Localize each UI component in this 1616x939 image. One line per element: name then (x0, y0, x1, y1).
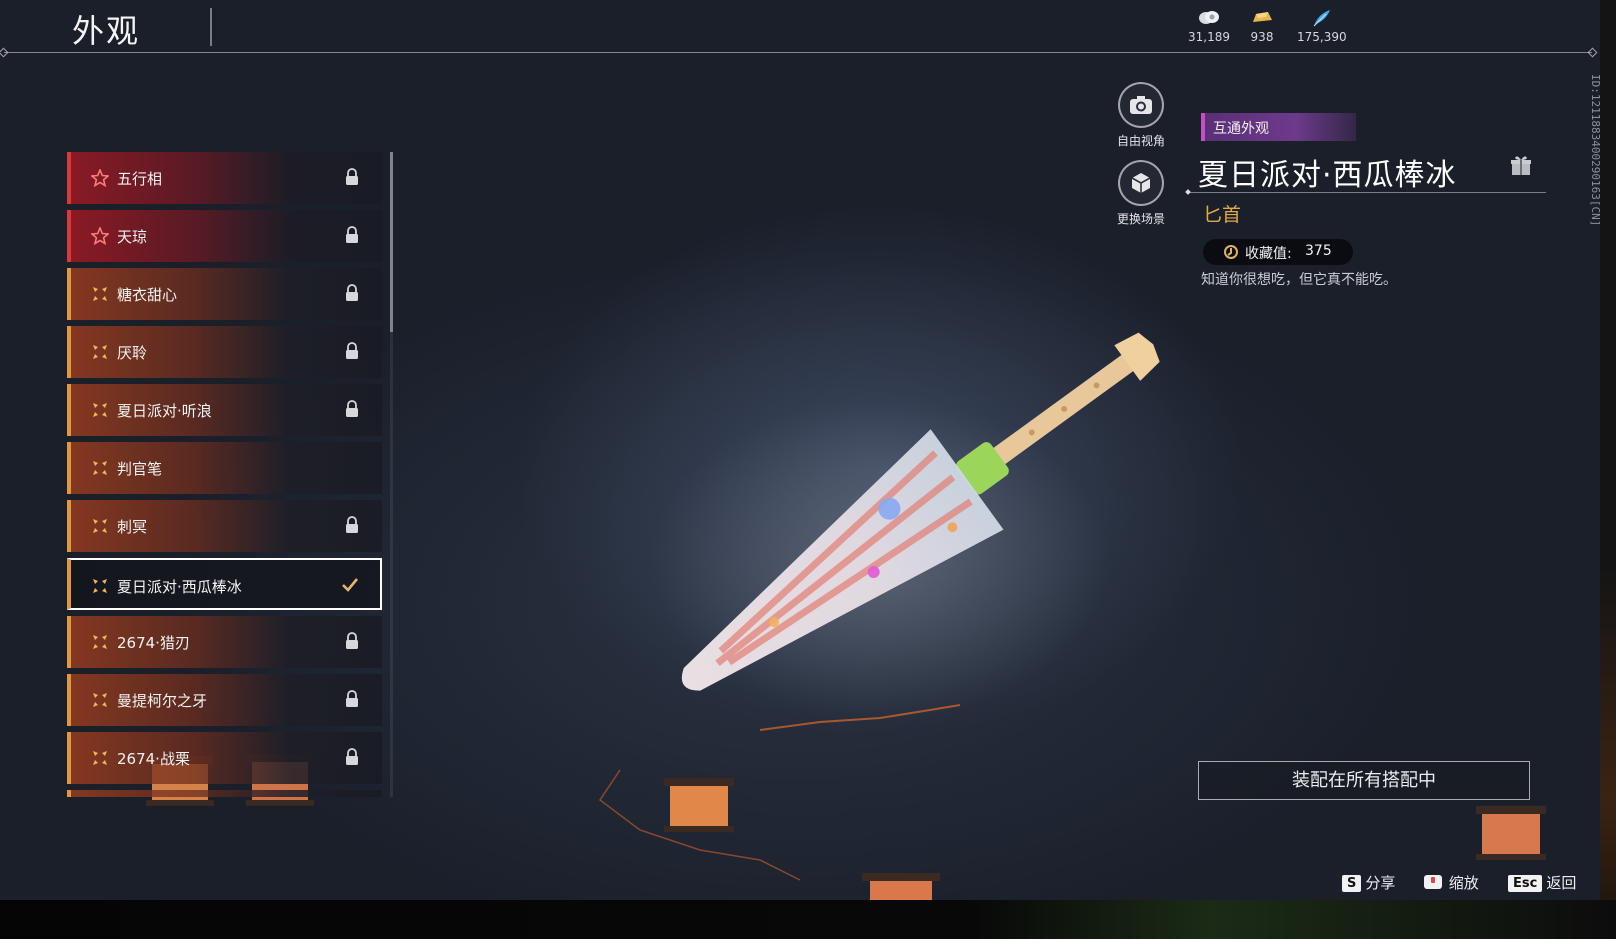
four-petal-icon (93, 635, 107, 649)
list-item-partial[interactable] (67, 790, 382, 797)
list-item[interactable]: 判官笔 (67, 442, 382, 494)
currency-silver[interactable]: 31,189 (1188, 8, 1230, 44)
crossover-tag: 互通外观 (1201, 113, 1356, 141)
list-item-label: 夏日派对·听浪 (117, 402, 212, 420)
four-petal-icon (93, 519, 107, 533)
share-key: S (1342, 875, 1362, 892)
top-bar: 外观 31,189 938 175,390 (0, 0, 1600, 52)
lock-icon (346, 632, 358, 649)
free-view-button[interactable]: 自由视角 (1108, 82, 1174, 149)
collection-value: 375 (1305, 243, 1332, 259)
four-petal-icon (93, 751, 107, 765)
lock-icon (346, 284, 358, 301)
appearance-list[interactable]: 五行相 天琼 糖衣甜心 厌聆 夏日派对·听浪 判官笔 刺冥 夏日派对·西瓜棒冰 … (67, 152, 385, 797)
list-item[interactable]: 2674·战栗 (67, 732, 382, 784)
list-item-label: 2674·战栗 (117, 750, 190, 768)
four-petal-icon (93, 403, 107, 417)
collection-value-badge: 收藏值: 375 (1203, 239, 1353, 265)
share-label: 分享 (1365, 874, 1396, 892)
gold-ingot-icon (1253, 12, 1272, 22)
list-item-label: 判官笔 (117, 460, 163, 478)
header-divider (4, 52, 1592, 53)
camera-icon (1130, 96, 1152, 114)
four-petal-icon (93, 693, 107, 707)
lantern-center (664, 778, 734, 832)
collection-label: 收藏值: (1245, 246, 1292, 262)
item-description: 知道你很想吃，但它真不能吃。 (1201, 272, 1397, 288)
list-item[interactable]: 厌聆 (67, 326, 382, 378)
list-item[interactable]: 糖衣甜心 (67, 268, 382, 320)
list-item[interactable]: 2674·猎刃 (67, 616, 382, 668)
gift-icon[interactable] (1510, 154, 1532, 176)
scene-background: 外观 31,189 938 175,390 五行相 天琼 糖衣甜心 厌聆 夏日派… (0, 0, 1600, 900)
currency-feather[interactable]: 175,390 (1297, 8, 1347, 44)
list-item-label: 糖衣甜心 (117, 286, 178, 304)
feather-amount: 175,390 (1297, 30, 1347, 44)
list-item-label: 刺冥 (117, 518, 148, 536)
silver-coin-icon (1199, 11, 1219, 24)
cube-icon (1131, 173, 1151, 193)
list-item-label: 2674·猎刃 (117, 634, 190, 652)
list-item-label: 厌聆 (117, 344, 148, 362)
lock-icon (346, 748, 358, 765)
lock-icon (346, 226, 358, 243)
change-scene-button[interactable]: 更换场景 (1108, 160, 1174, 227)
silver-amount: 31,189 (1188, 30, 1230, 44)
item-name: 夏日派对·西瓜棒冰 (1198, 158, 1457, 193)
change-scene-label: 更换场景 (1116, 212, 1165, 226)
name-divider (1190, 192, 1546, 193)
currency-gold[interactable]: 938 (1250, 8, 1274, 44)
item-type: 匕首 (1203, 204, 1242, 226)
page-title: 外观 (72, 12, 141, 50)
list-item[interactable]: 曼提柯尔之牙 (67, 674, 382, 726)
list-item-label: 曼提柯尔之牙 (117, 692, 208, 710)
list-item-label: 夏日派对·西瓜棒冰 (117, 578, 242, 596)
list-item[interactable]: 五行相 (67, 152, 382, 204)
zoom-hint[interactable]: 缩放 (1422, 872, 1479, 893)
list-item[interactable]: 天琼 (67, 210, 382, 262)
list-item[interactable]: 刺冥 (67, 500, 382, 552)
lock-icon (346, 690, 358, 707)
gold-amount: 938 (1250, 30, 1274, 44)
lantern-right (1476, 806, 1546, 860)
lock-icon (346, 342, 358, 359)
checkmark-icon (342, 578, 358, 592)
scroll-thumb[interactable] (390, 152, 393, 332)
collection-icon (1224, 245, 1238, 259)
blue-feather-icon (1313, 10, 1330, 27)
right-edge-strip (1600, 0, 1616, 939)
list-item-label: 五行相 (117, 170, 163, 188)
list-item-label: 天琼 (117, 228, 148, 246)
star-icon (91, 227, 109, 245)
free-view-label: 自由视角 (1116, 134, 1165, 148)
esc-key: Esc (1508, 875, 1543, 892)
zoom-label: 缩放 (1448, 874, 1479, 892)
list-scrollbar[interactable] (390, 152, 393, 797)
lock-icon (346, 516, 358, 533)
share-hint[interactable]: S 分享 (1342, 872, 1395, 893)
lock-icon (346, 168, 358, 185)
equip-all-button[interactable]: 装配在所有搭配中 (1198, 761, 1530, 800)
list-item[interactable]: 夏日派对·听浪 (67, 384, 382, 436)
list-item-selected[interactable]: 夏日派对·西瓜棒冰 (67, 558, 382, 610)
four-petal-icon (93, 579, 107, 593)
back-label: 返回 (1546, 874, 1577, 892)
lock-icon (346, 400, 358, 417)
back-hint[interactable]: Esc 返回 (1508, 872, 1576, 893)
star-icon (91, 169, 109, 187)
four-petal-icon (93, 461, 107, 475)
four-petal-icon (93, 287, 107, 301)
lantern-bottom (862, 873, 940, 900)
title-divider (210, 8, 212, 46)
player-id: ID:1211883400290163[CN] (1589, 74, 1600, 227)
four-petal-icon (93, 345, 107, 359)
mouse-icon (1424, 875, 1442, 889)
bottom-strip (0, 900, 1616, 939)
